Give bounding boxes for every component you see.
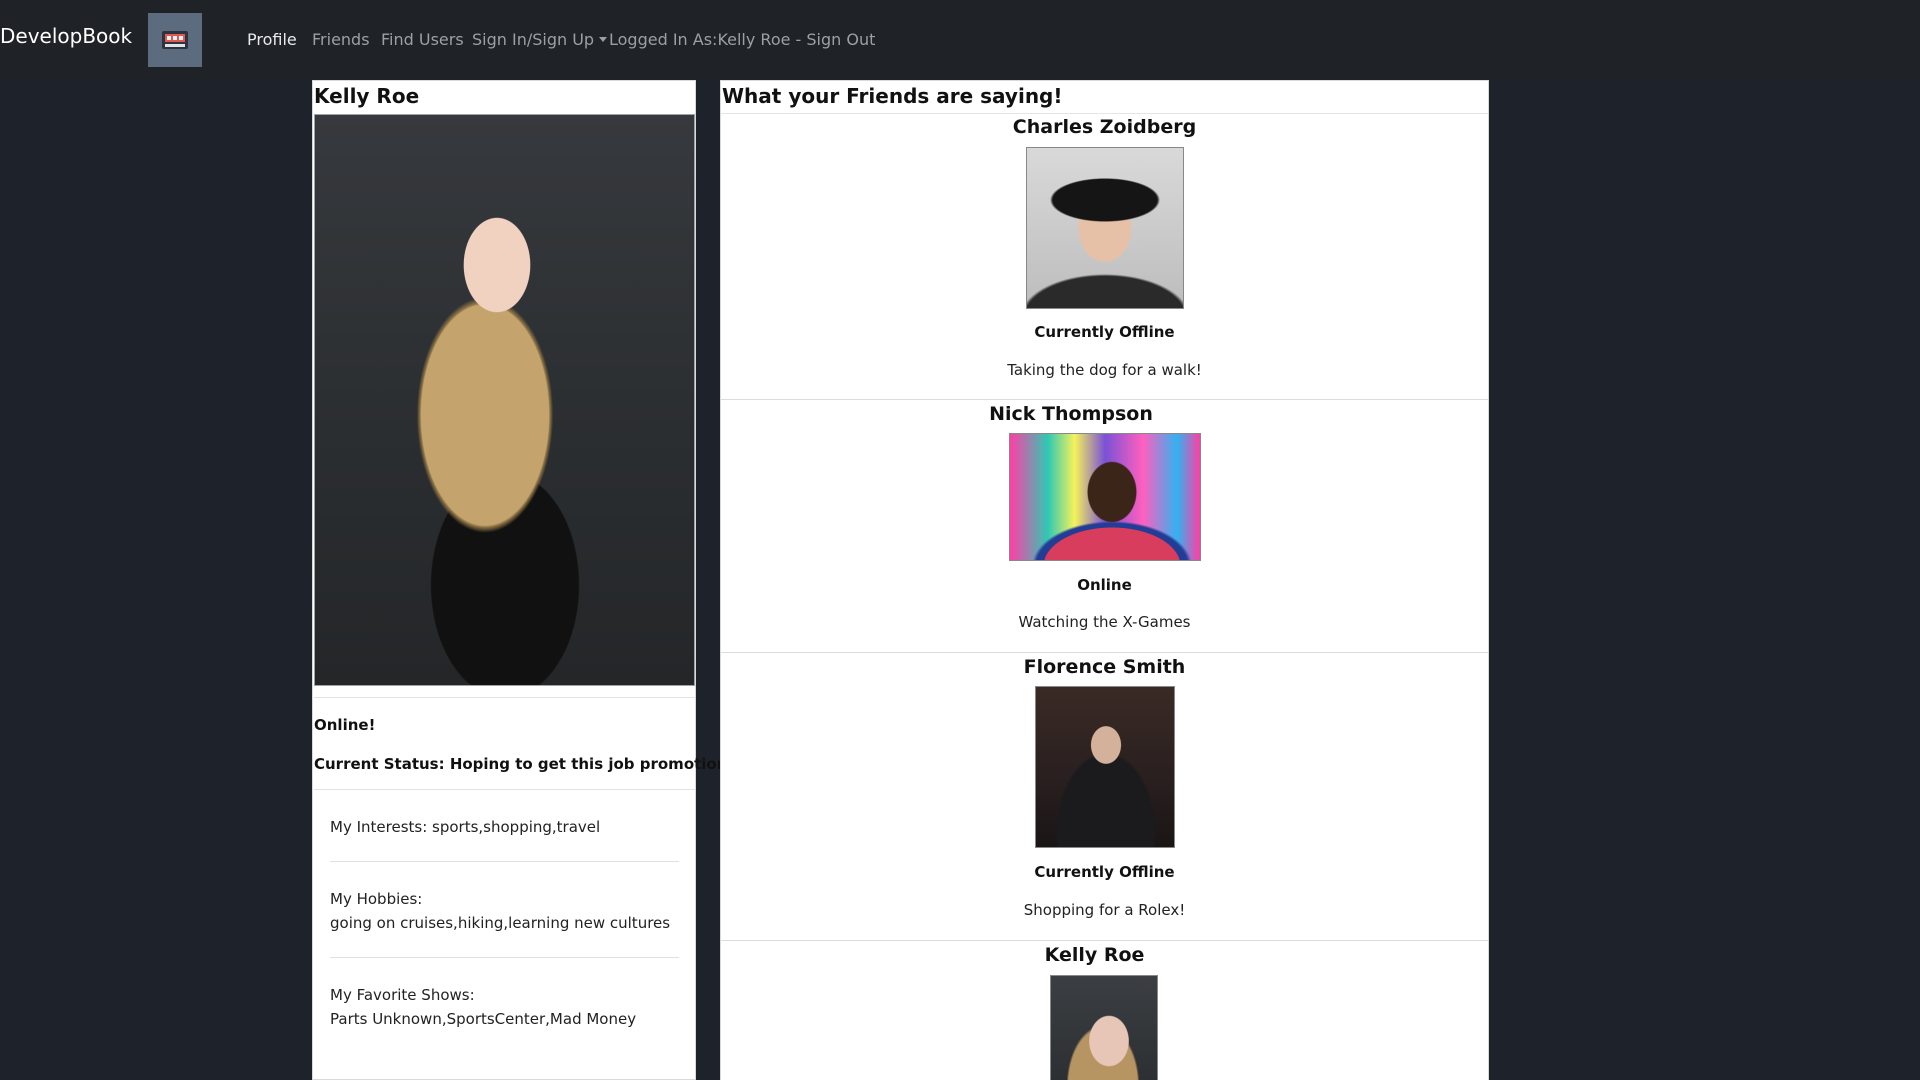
friend-name[interactable]: Charles Zoidberg: [721, 116, 1488, 138]
favorite-shows-value: Parts Unknown,SportsCenter,Mad Money: [330, 1010, 637, 1028]
friend-name[interactable]: Nick Thompson: [721, 403, 1421, 425]
friend-presence: Currently Offline: [1034, 863, 1175, 881]
friend-name[interactable]: Kelly Roe: [721, 944, 1468, 966]
friend-avatar[interactable]: [1050, 975, 1158, 1080]
online-indicator: Online!: [314, 716, 376, 734]
friend-card: Florence Smith Currently Offline Shoppin…: [721, 654, 1488, 941]
friend-card: Kelly Roe: [721, 942, 1488, 1080]
interests-label: My Interests: sports,shopping,travel: [330, 818, 601, 836]
friend-status: Taking the dog for a walk!: [1007, 361, 1202, 379]
current-status: Current Status: Hoping to get this job p…: [314, 755, 735, 773]
nav-sign-in-label: Sign In/Sign Up: [472, 30, 595, 49]
profile-name: Kelly Roe: [314, 84, 420, 108]
profile-card: Kelly Roe Online! Current Status: Hoping…: [312, 80, 734, 1080]
friend-card: Nick Thompson Online Watching the X-Game…: [721, 401, 1488, 653]
friend-avatar[interactable]: [1035, 686, 1175, 848]
hobbies-label: My Hobbies:: [330, 890, 423, 908]
nav-friends[interactable]: Friends: [312, 30, 370, 49]
friend-avatar[interactable]: [1026, 147, 1184, 309]
nav-logged-in-sign-out[interactable]: Logged In As:Kelly Roe - Sign Out: [609, 30, 875, 49]
interests-item: My Interests: sports,shopping,travel: [330, 790, 679, 862]
divider: [314, 697, 695, 698]
profile-photo: [314, 114, 695, 686]
profile-details-list: My Interests: sports,shopping,travel My …: [330, 790, 679, 1053]
friend-card: Charles Zoidberg Currently Offline Takin…: [721, 114, 1488, 400]
logo-icon[interactable]: [148, 13, 202, 67]
hobbies-item: My Hobbies: going on cruises,hiking,lear…: [330, 862, 679, 958]
hobbies-value: going on cruises,hiking,learning new cul…: [330, 914, 671, 932]
chevron-down-icon: [599, 37, 608, 42]
nav-find-users[interactable]: Find Users: [381, 30, 464, 49]
friend-avatar[interactable]: [1009, 433, 1201, 561]
nav-sign-in-dropdown[interactable]: Sign In/Sign Up: [472, 30, 608, 49]
feed-title: What your Friends are saying!: [722, 84, 1063, 108]
friend-presence: Online: [1077, 576, 1132, 594]
nav-profile[interactable]: Profile: [247, 30, 297, 49]
favorite-shows-label: My Favorite Shows:: [330, 986, 475, 1004]
brand-name[interactable]: DevelopBook: [0, 24, 132, 48]
top-navbar: DevelopBook Profile Friends Find Users S…: [0, 0, 1920, 80]
friend-name[interactable]: Florence Smith: [721, 656, 1488, 678]
friends-feed-card: What your Friends are saying! Charles Zo…: [720, 80, 1489, 1080]
friend-presence: Currently Offline: [1034, 323, 1175, 341]
friend-status: Shopping for a Rolex!: [1023, 901, 1186, 919]
favorite-shows-item: My Favorite Shows: Parts Unknown,SportsC…: [330, 958, 679, 1053]
friend-status: Watching the X-Games: [1018, 613, 1191, 631]
